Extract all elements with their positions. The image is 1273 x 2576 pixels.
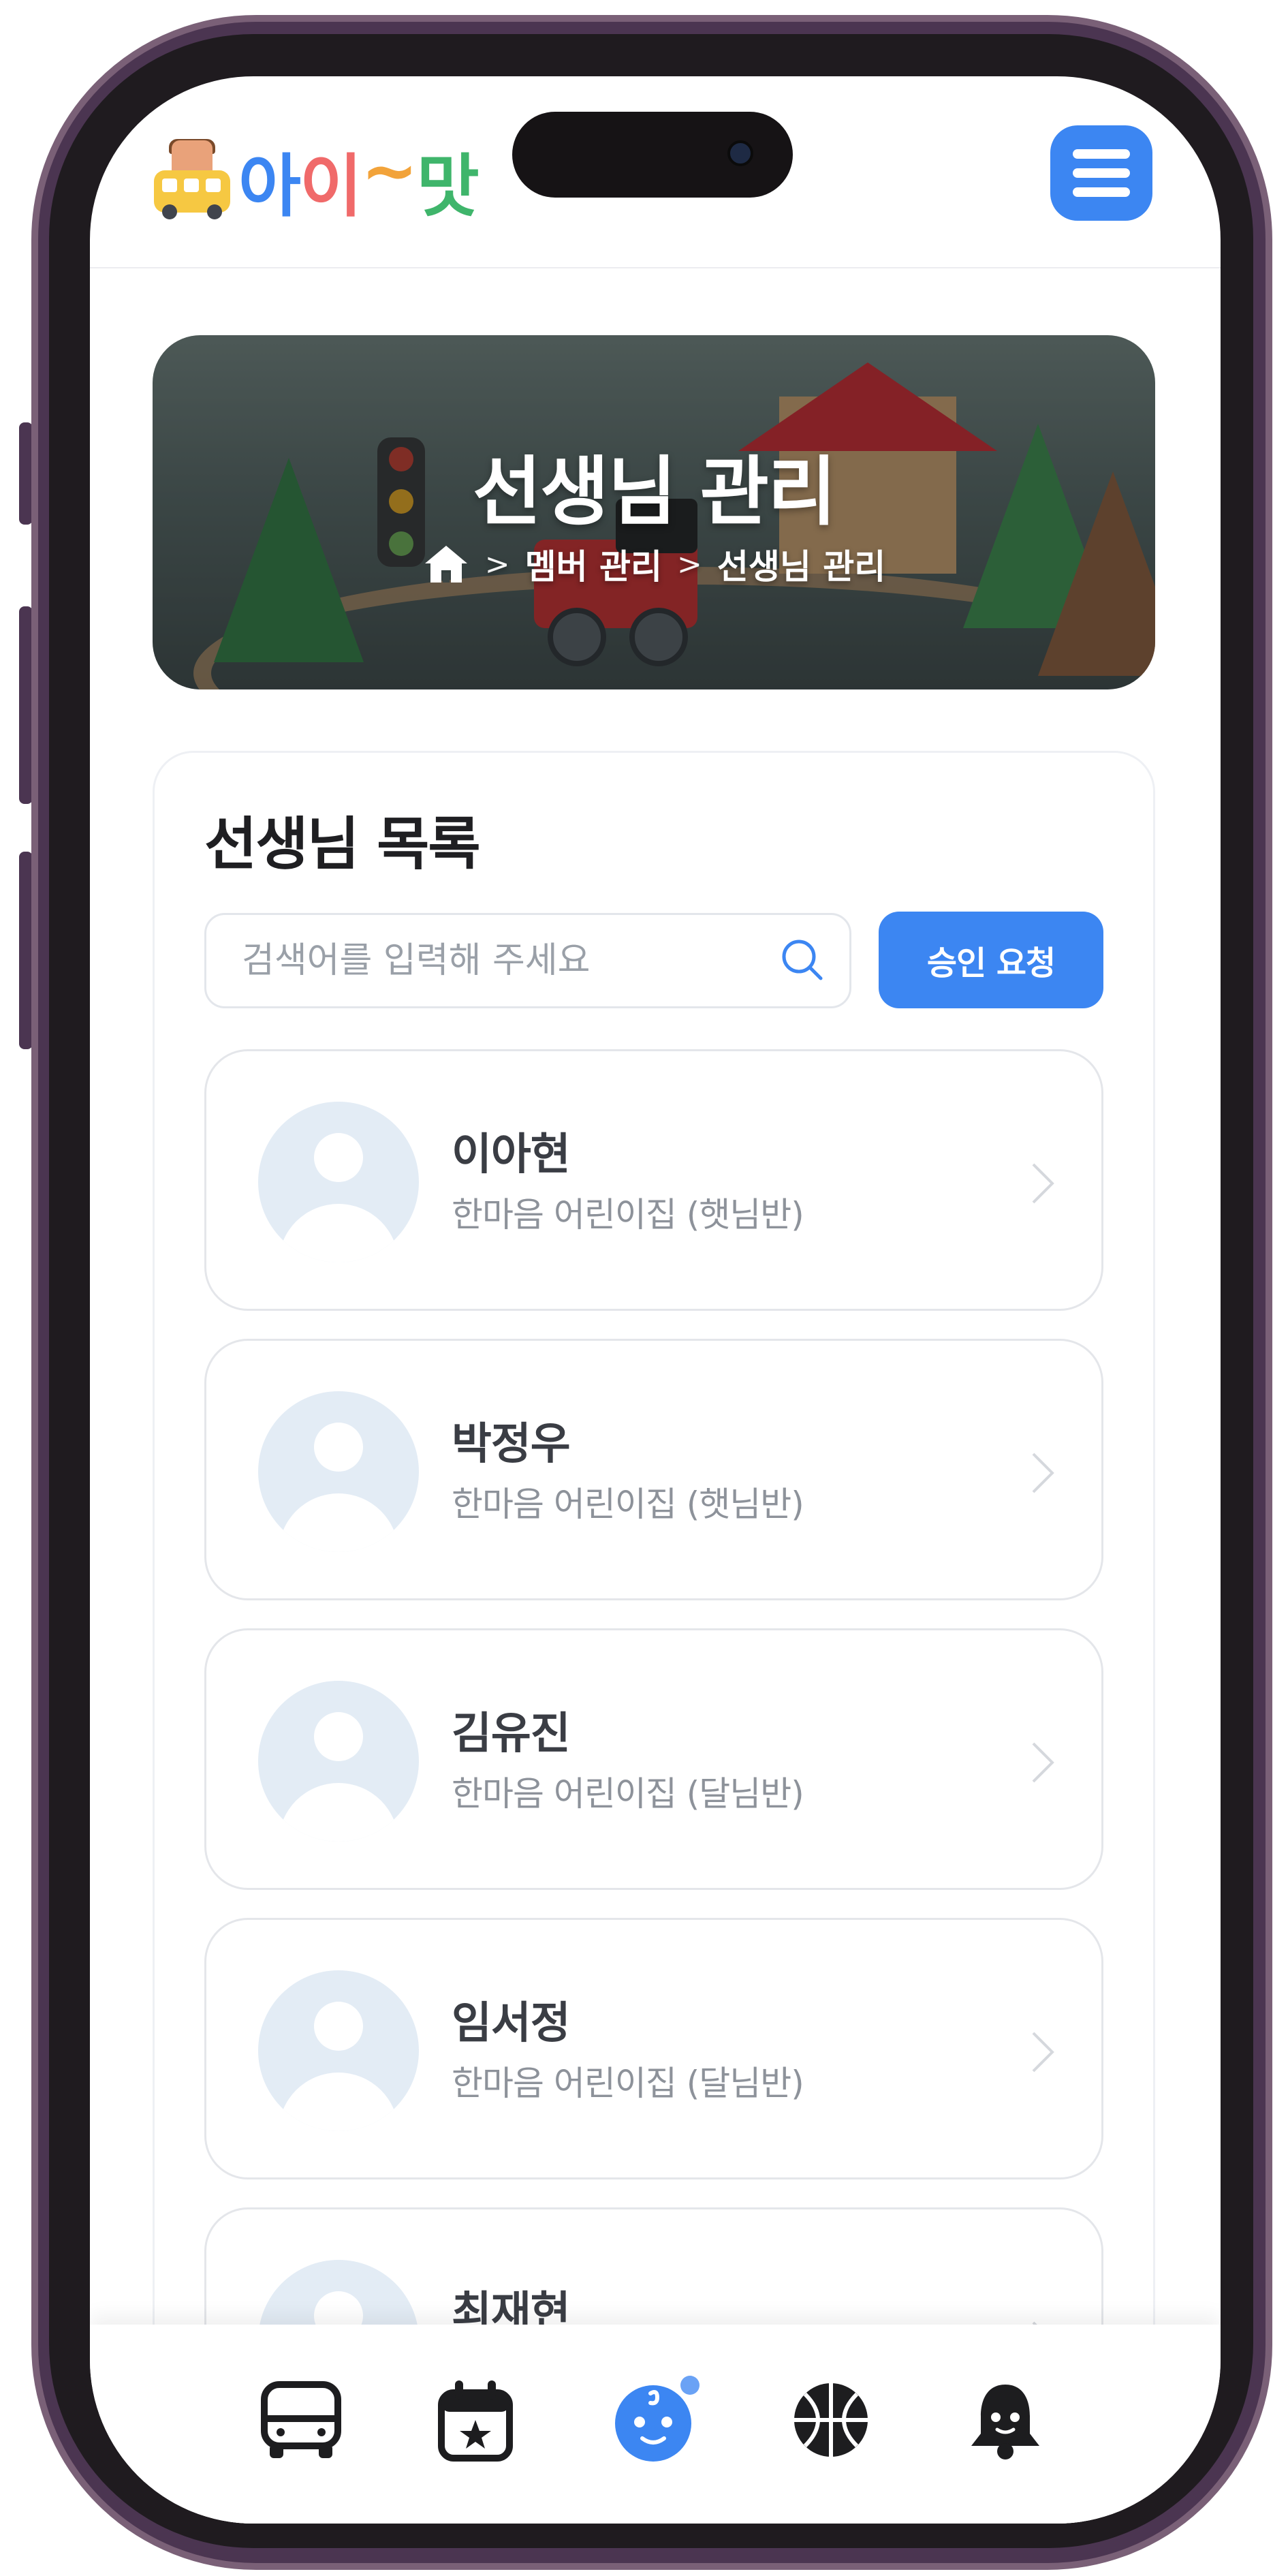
notification-badge <box>680 2376 700 2395</box>
dynamic-island <box>512 112 793 198</box>
home-icon[interactable] <box>422 543 470 585</box>
hamburger-menu-button[interactable] <box>1050 125 1152 221</box>
approval-request-button[interactable]: 승인 요청 <box>879 912 1103 1008</box>
logo-char: 아 <box>238 146 301 226</box>
bottom-navigation <box>90 2325 1221 2524</box>
avatar <box>258 1970 419 2131</box>
nav-calendar[interactable] <box>428 2372 523 2468</box>
teacher-name: 박정우 <box>452 1419 571 1470</box>
logo-bus-icon <box>151 139 233 221</box>
side-button-volume-down <box>19 852 33 1049</box>
teacher-list-item[interactable]: 박정우 한마음 어린이집 (햇님반) <box>204 1339 1103 1600</box>
nav-bus[interactable] <box>253 2372 349 2468</box>
baby-face-icon <box>615 2376 700 2462</box>
phone-screen: 아 이 ~ 맛 선생님 관리 > 멤버 관리 > 선생님 관리 선생님 목록 검… <box>90 76 1221 2524</box>
calendar-star-icon <box>438 2380 513 2462</box>
chevron-right-icon <box>1032 2032 1054 2073</box>
logo-char: 이 <box>300 146 362 226</box>
avatar <box>258 1681 419 1842</box>
header-divider <box>90 267 1221 268</box>
breadcrumb-item-teacher-management: 선생님 관리 <box>717 547 886 587</box>
breadcrumb-separator: > <box>484 546 510 582</box>
menu-line <box>1073 187 1130 197</box>
menu-line <box>1073 168 1130 178</box>
page-title: 선생님 관리 <box>472 448 836 536</box>
teacher-list-title: 선생님 목록 <box>204 811 481 878</box>
nav-children[interactable] <box>609 2372 704 2468</box>
app-logo[interactable]: 아 이 ~ 맛 <box>151 130 480 230</box>
nav-notifications[interactable] <box>958 2372 1053 2468</box>
logo-wordmark: 아 이 ~ 맛 <box>238 130 480 230</box>
page-banner: 선생님 관리 > 멤버 관리 > 선생님 관리 <box>153 335 1155 689</box>
teacher-organization: 한마음 어린이집 (달님반) <box>452 2064 804 2103</box>
bus-icon <box>261 2381 341 2458</box>
teacher-organization: 한마음 어린이집 (달님반) <box>452 1774 804 1814</box>
teacher-name: 김유진 <box>452 1709 571 1759</box>
menu-line <box>1073 149 1130 159</box>
teacher-list-item[interactable]: 김유진 한마음 어린이집 (달님반) <box>204 1628 1103 1890</box>
chevron-right-icon <box>1032 1453 1054 1493</box>
logo-char: 맛 <box>416 146 480 226</box>
teacher-list-item[interactable]: 이아현 한마음 어린이집 (햇님반) <box>204 1049 1103 1311</box>
chevron-right-icon <box>1032 1742 1054 1783</box>
side-button-mute <box>19 422 33 525</box>
teacher-organization: 한마음 어린이집 (햇님반) <box>452 1195 804 1235</box>
nav-activity[interactable] <box>783 2372 879 2468</box>
avatar <box>258 1391 419 1552</box>
search-icon[interactable] <box>776 933 830 988</box>
breadcrumb: > 멤버 관리 > 선생님 관리 <box>153 540 1155 589</box>
logo-char: ~ <box>361 130 418 211</box>
breadcrumb-item-member-management[interactable]: 멤버 관리 <box>525 540 662 589</box>
bell-icon <box>971 2385 1039 2459</box>
search-input[interactable] <box>206 915 776 1006</box>
side-button-volume-up <box>19 606 33 804</box>
basketball-icon <box>794 2383 868 2457</box>
teacher-name: 이아현 <box>452 1130 571 1180</box>
teacher-name: 임서정 <box>452 1998 571 2049</box>
front-camera <box>727 140 753 166</box>
search-box <box>204 913 851 1008</box>
chevron-right-icon <box>1032 1163 1054 1204</box>
avatar <box>258 1102 419 1262</box>
breadcrumb-separator: > <box>677 546 702 582</box>
teacher-list-item[interactable]: 임서정 한마음 어린이집 (달님반) <box>204 1918 1103 2179</box>
teacher-organization: 한마음 어린이집 (햇님반) <box>452 1485 804 1524</box>
